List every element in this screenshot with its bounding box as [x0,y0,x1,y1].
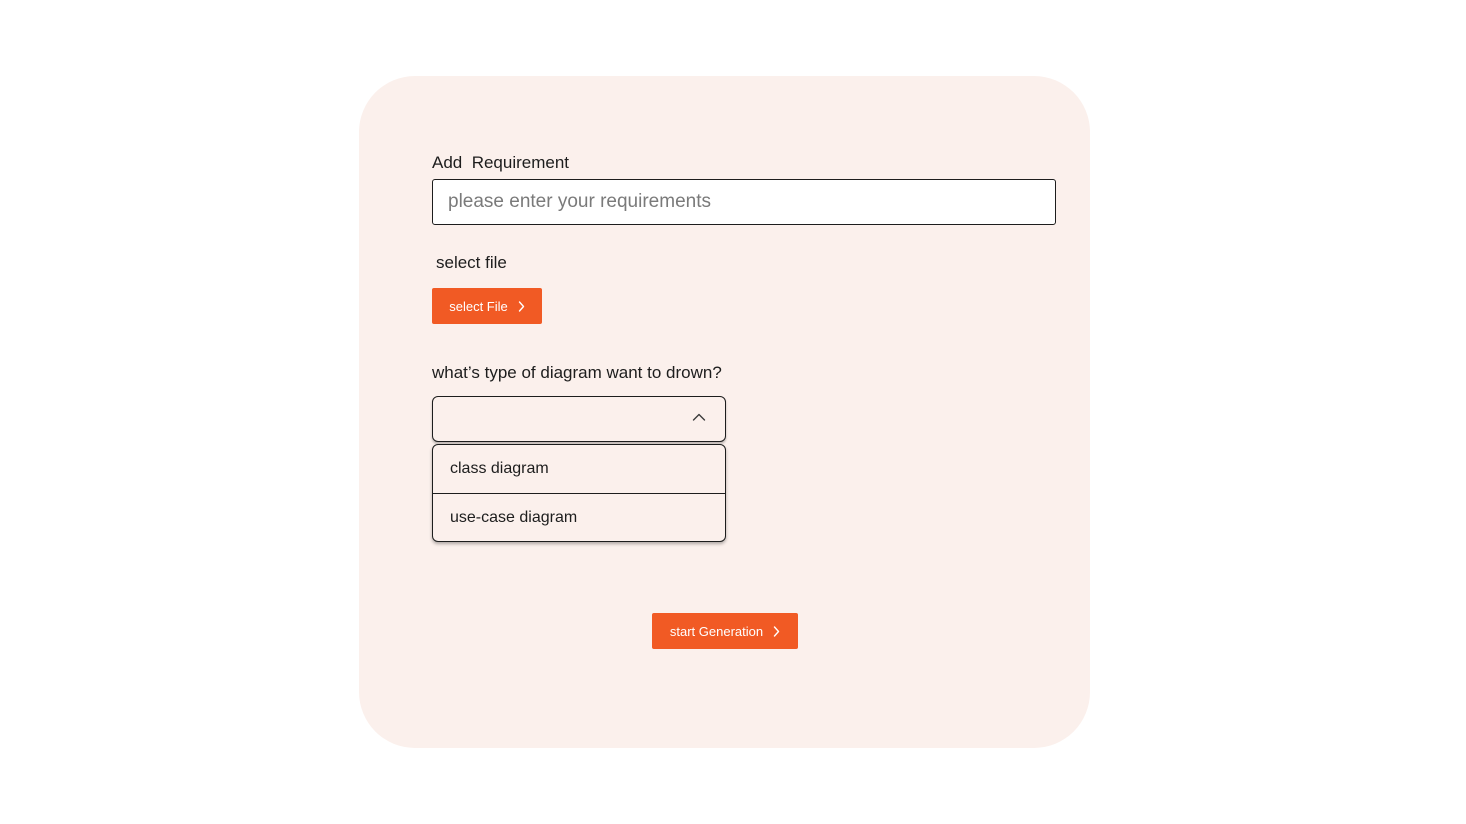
file-label: select file [436,253,507,272]
diagram-type-dropdown: class diagram use-case diagram [432,444,726,542]
form-card: Add Requirement select file select File … [359,76,1090,748]
select-file-button-label: select File [449,298,508,314]
chevron-right-icon [773,625,780,637]
select-file-button[interactable]: select File [432,288,542,324]
start-generation-button[interactable]: start Generation [652,613,798,649]
option-use-case-diagram[interactable]: use-case diagram [433,493,725,541]
chevron-right-icon [518,300,524,312]
option-class-diagram[interactable]: class diagram [433,445,725,493]
requirement-label: Add Requirement [432,153,570,172]
start-generation-button-label: start Generation [669,623,764,639]
diagram-type-label: what’s type of diagram want to drown? [432,363,722,382]
requirement-input[interactable] [432,179,1056,225]
chevron-up-icon [692,413,706,421]
diagram-type-select[interactable] [432,396,726,442]
